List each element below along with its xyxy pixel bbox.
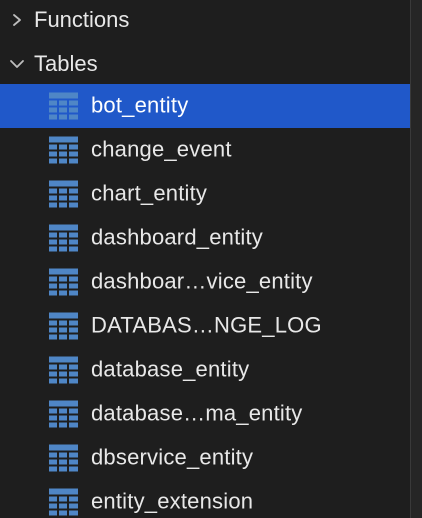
table-row[interactable]: bot_entity xyxy=(0,84,410,128)
table-row[interactable]: DATABAS…NGE_LOG xyxy=(0,304,410,348)
table-name: dashboar…vice_entity xyxy=(91,268,313,294)
table-row[interactable]: dashboard_entity xyxy=(0,216,410,260)
schema-tree-panel: Functions Tables bot_entity change_event… xyxy=(0,0,410,518)
chevron-right-icon[interactable] xyxy=(0,0,34,40)
table-row[interactable]: change_event xyxy=(0,128,410,172)
table-grid-icon xyxy=(49,400,78,428)
table-name: database_entity xyxy=(91,356,250,382)
table-grid-icon xyxy=(49,224,78,252)
table-name: change_event xyxy=(91,136,232,162)
table-name: database…ma_entity xyxy=(91,400,303,426)
table-grid-icon xyxy=(49,180,78,208)
table-name: dbservice_entity xyxy=(91,444,254,470)
tree-group-functions[interactable]: Functions xyxy=(0,0,410,40)
table-row[interactable]: database…ma_entity xyxy=(0,392,410,436)
table-row[interactable]: entity_extension xyxy=(0,480,410,518)
table-grid-icon xyxy=(49,312,78,340)
table-name: bot_entity xyxy=(91,92,189,118)
tree-group-label: Functions xyxy=(34,7,130,32)
table-name: dashboard_entity xyxy=(91,224,263,250)
table-grid-icon xyxy=(49,356,78,384)
vertical-scrollbar[interactable] xyxy=(410,0,422,518)
tables-list: bot_entity change_event chart_entity das… xyxy=(0,84,410,518)
chevron-down-icon[interactable] xyxy=(0,44,34,84)
table-row[interactable]: dashboar…vice_entity xyxy=(0,260,410,304)
tree-group-label: Tables xyxy=(34,51,98,76)
table-grid-icon xyxy=(49,268,78,296)
table-row[interactable]: database_entity xyxy=(0,348,410,392)
table-grid-icon xyxy=(49,488,78,516)
table-grid-icon xyxy=(49,136,78,164)
table-row[interactable]: chart_entity xyxy=(0,172,410,216)
table-grid-icon xyxy=(49,92,78,120)
table-grid-icon xyxy=(49,444,78,472)
table-name: DATABAS…NGE_LOG xyxy=(91,312,322,338)
tree-group-tables[interactable]: Tables xyxy=(0,44,410,84)
table-name: chart_entity xyxy=(91,180,208,206)
table-row[interactable]: dbservice_entity xyxy=(0,436,410,480)
table-name: entity_extension xyxy=(91,488,254,514)
